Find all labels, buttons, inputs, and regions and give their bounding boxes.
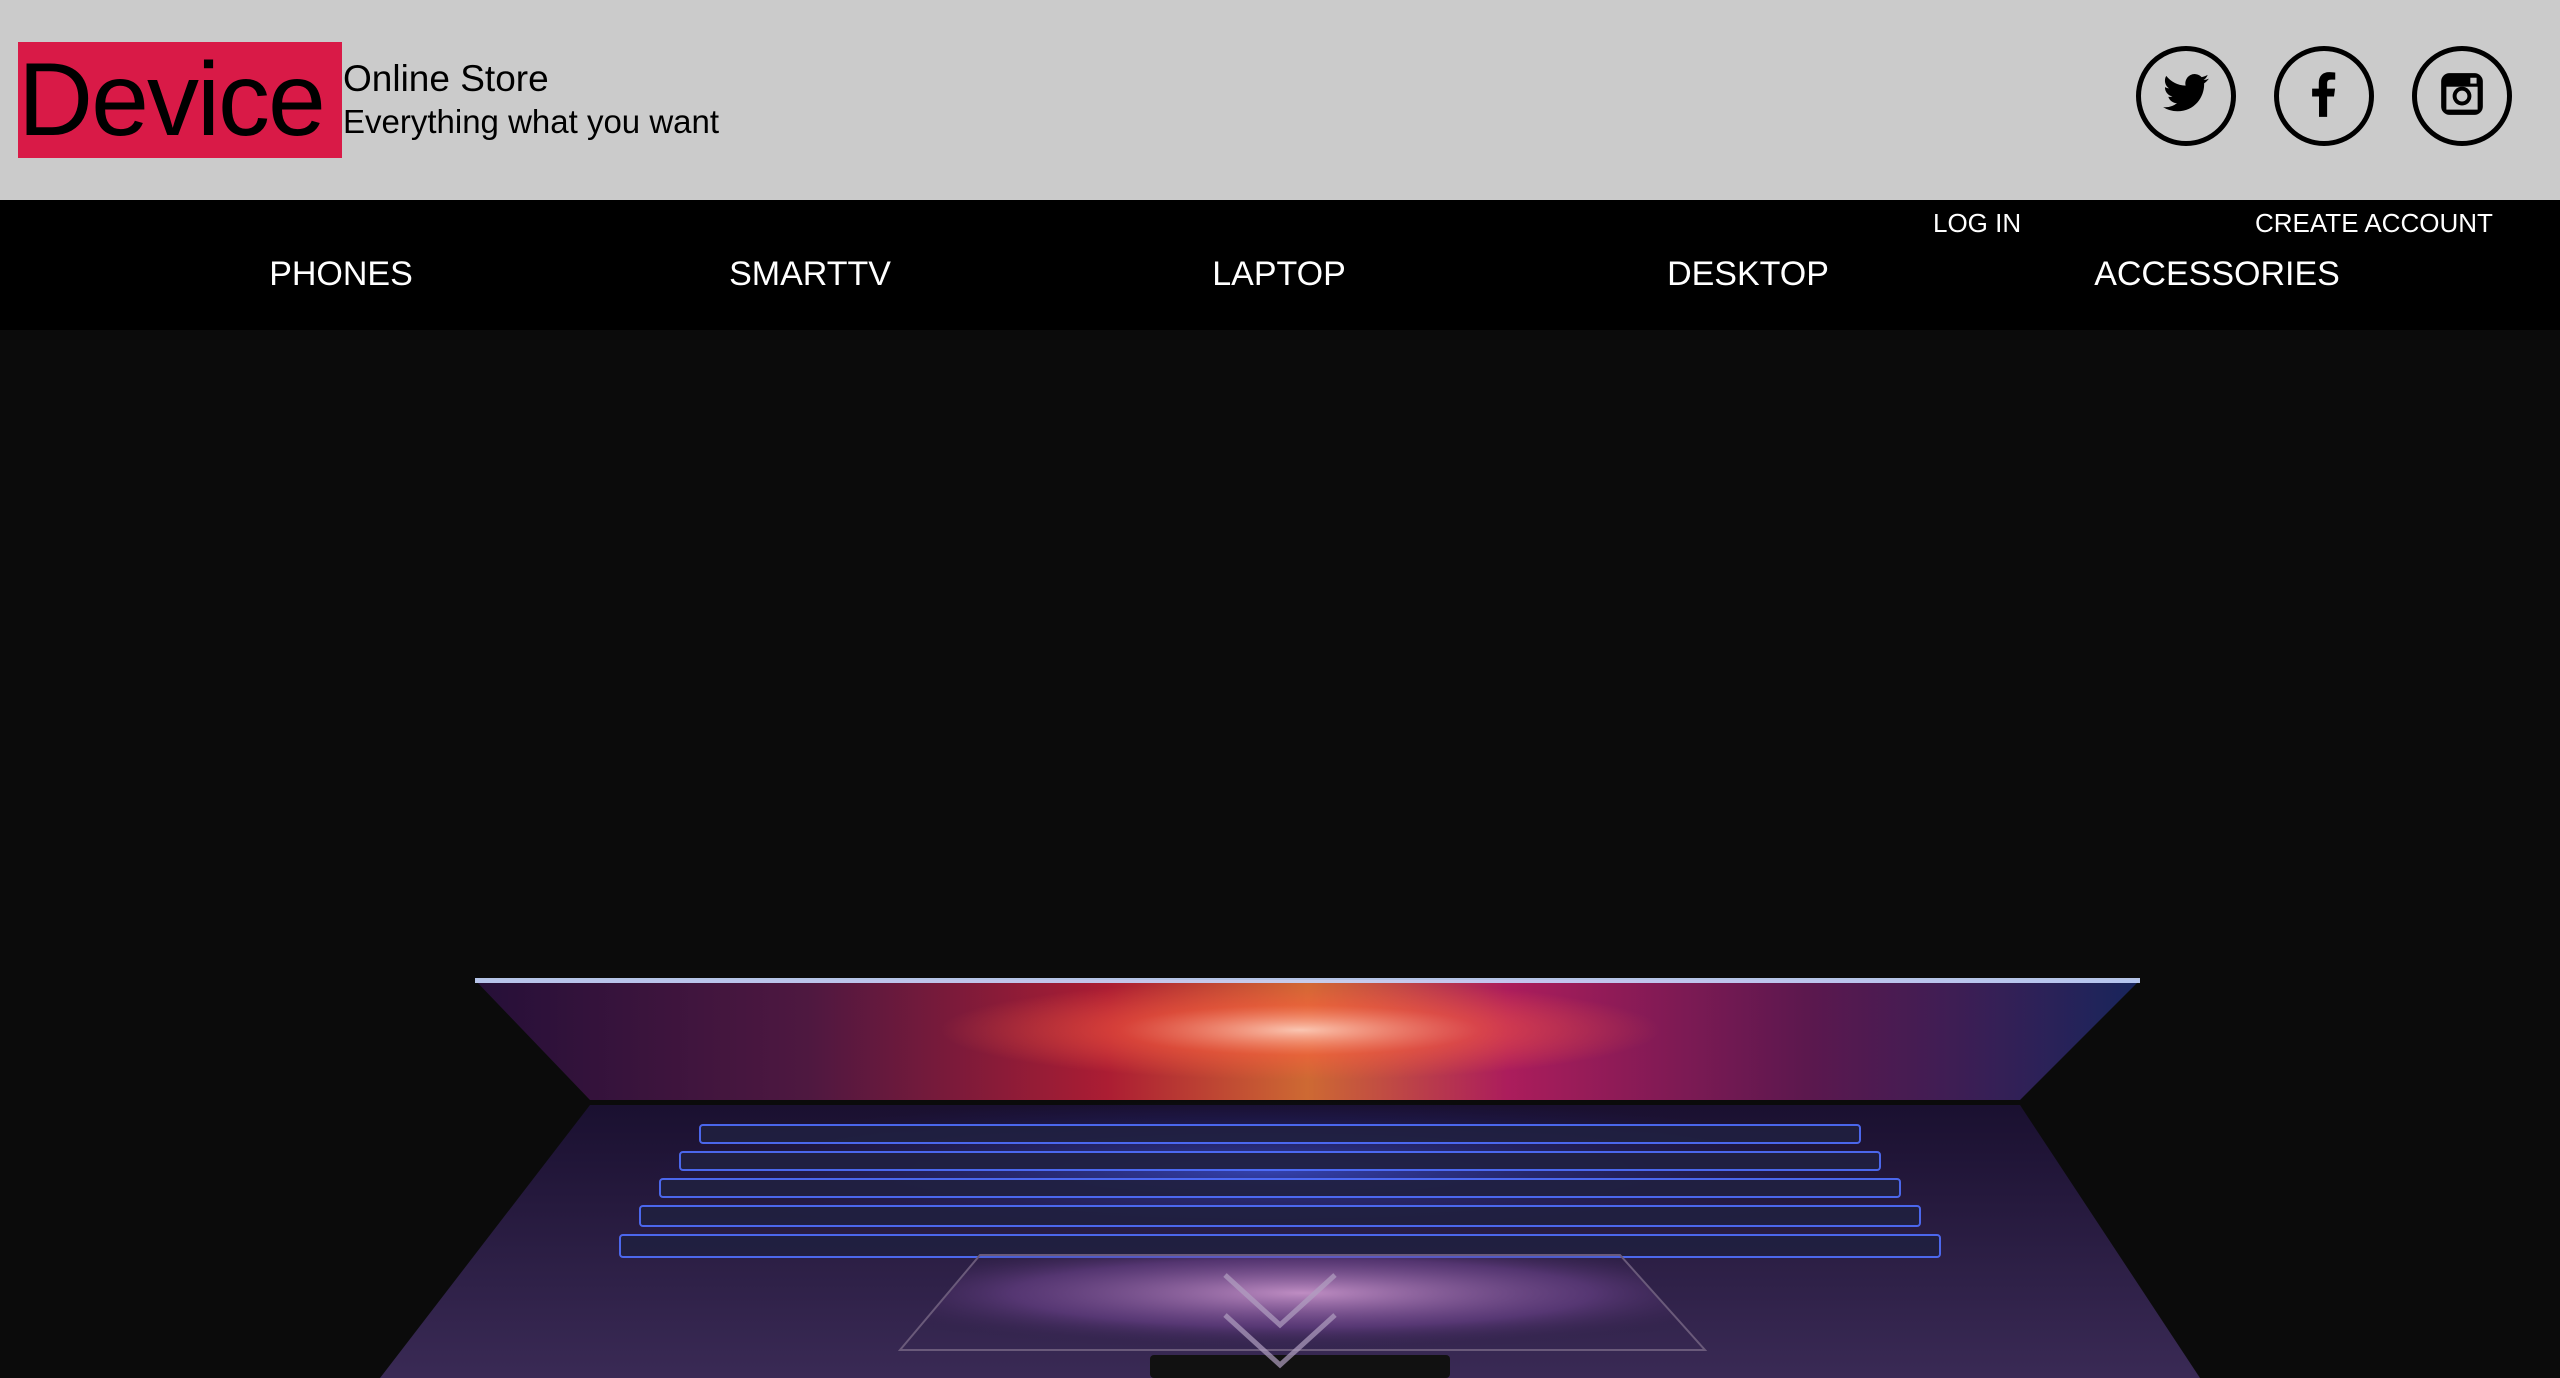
nav-item-phones[interactable]: PHONES (269, 255, 413, 294)
nav-item-accessories[interactable]: ACCESSORIES (2094, 255, 2340, 294)
instagram-button[interactable] (2412, 46, 2512, 146)
scroll-down-button[interactable] (1217, 1255, 1343, 1378)
store-tagline: Everything what you want (343, 103, 720, 140)
nav-item-smarttv[interactable]: SMARTTV (729, 255, 891, 294)
twitter-icon (2161, 69, 2211, 124)
hero-banner (0, 330, 2560, 1378)
nav-item-desktop[interactable]: DESKTOP (1667, 255, 1829, 294)
nav-item-laptop[interactable]: LAPTOP (1212, 255, 1346, 294)
instagram-icon (2437, 69, 2487, 124)
logo[interactable]: Device (18, 36, 326, 164)
facebook-icon (2299, 69, 2349, 124)
chevron-down-icon (1223, 1273, 1337, 1369)
login-link[interactable]: LOG IN (1933, 208, 2021, 239)
site-header: Device Online Store Everything what you … (0, 0, 2560, 200)
facebook-button[interactable] (2274, 46, 2374, 146)
create-account-link[interactable]: CREATE ACCOUNT (2255, 208, 2493, 239)
laptop-hero-image (380, 978, 2200, 1378)
main-nav: LOG IN CREATE ACCOUNT PHONES SMARTTV LAP… (0, 200, 2560, 330)
twitter-button[interactable] (2136, 46, 2236, 146)
store-title: Online Store (343, 58, 549, 99)
